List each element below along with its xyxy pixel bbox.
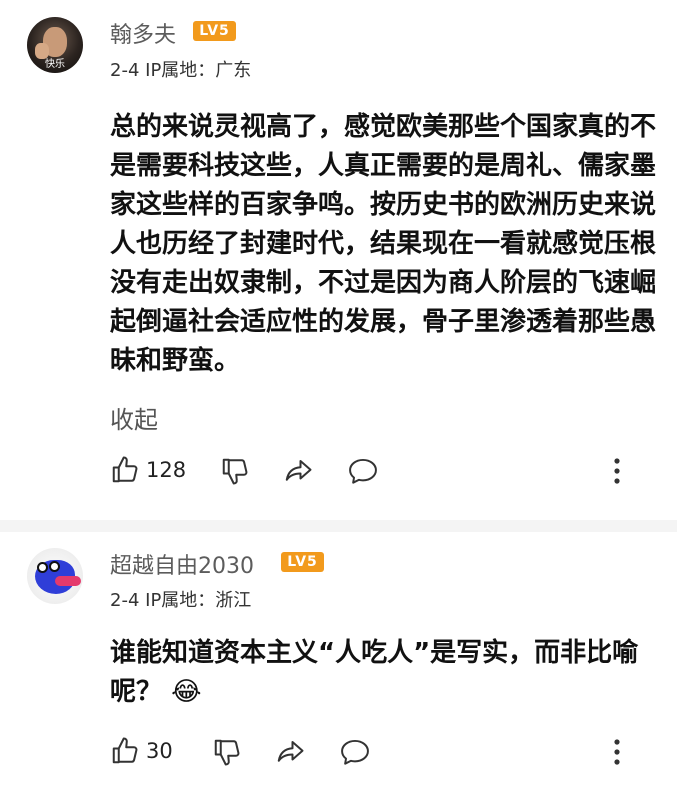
- reply-bubble-icon: [349, 458, 377, 484]
- comment-date: 2-4: [110, 60, 140, 81]
- comment-text: 谁能知道资本主义“人吃人”是写实，而非比喻呢？ 😂: [110, 634, 660, 712]
- like-count: 128: [146, 458, 187, 482]
- level-badge: LV5: [193, 21, 236, 41]
- level-badge: LV5: [281, 552, 324, 572]
- comment-meta: 2-4 IP属地：浙江: [110, 586, 251, 612]
- laughing-crying-emoji: 😂: [171, 677, 202, 707]
- avatar-caption: 快乐: [45, 59, 65, 70]
- comment-card: 快乐 翰多夫 LV5 2-4 IP属地：广东 总的来说灵视高了，感觉欧美那些个国…: [0, 0, 677, 520]
- ip-location: IP属地：广东: [145, 60, 252, 81]
- avatar[interactable]: [27, 548, 83, 604]
- username[interactable]: 翰多夫: [110, 17, 176, 49]
- like-button[interactable]: 30: [110, 736, 173, 766]
- share-icon: [277, 741, 304, 762]
- more-vertical-icon: [614, 458, 620, 484]
- reply-button[interactable]: [339, 737, 371, 767]
- thumbs-down-icon: [222, 458, 248, 485]
- dislike-button[interactable]: [220, 456, 250, 486]
- avatar-beak: [55, 576, 81, 586]
- reply-button[interactable]: [347, 456, 379, 486]
- share-icon: [285, 460, 312, 481]
- share-button[interactable]: [275, 738, 305, 766]
- thumbs-up-icon: [112, 456, 138, 483]
- thumbs-down-icon: [214, 739, 240, 766]
- avatar-eye: [37, 562, 48, 573]
- more-vertical-icon: [614, 739, 620, 765]
- collapse-button[interactable]: 收起: [110, 400, 158, 435]
- ip-location: IP属地：浙江: [145, 590, 252, 611]
- more-button[interactable]: [608, 456, 626, 486]
- avatar-eye: [49, 561, 60, 572]
- comment-text: 总的来说灵视高了，感觉欧美那些个国家真的不是需要科技这些，人真正需要的是周礼、儒…: [110, 112, 657, 376]
- comment-meta: 2-4 IP属地：广东: [110, 56, 251, 82]
- like-button[interactable]: 128: [110, 455, 186, 485]
- avatar[interactable]: 快乐: [27, 17, 83, 73]
- like-count: 30: [146, 739, 173, 763]
- more-button[interactable]: [608, 737, 626, 767]
- reply-bubble-icon: [341, 739, 369, 765]
- comment-divider: [0, 520, 677, 532]
- username[interactable]: 超越自由2030: [110, 548, 254, 580]
- comment-card: 超越自由2030 LV5 2-4 IP属地：浙江 谁能知道资本主义“人吃人”是写…: [0, 532, 677, 800]
- comment-date: 2-4: [110, 590, 140, 611]
- share-button[interactable]: [283, 457, 313, 485]
- thumbs-up-icon: [112, 737, 138, 764]
- dislike-button[interactable]: [212, 737, 242, 767]
